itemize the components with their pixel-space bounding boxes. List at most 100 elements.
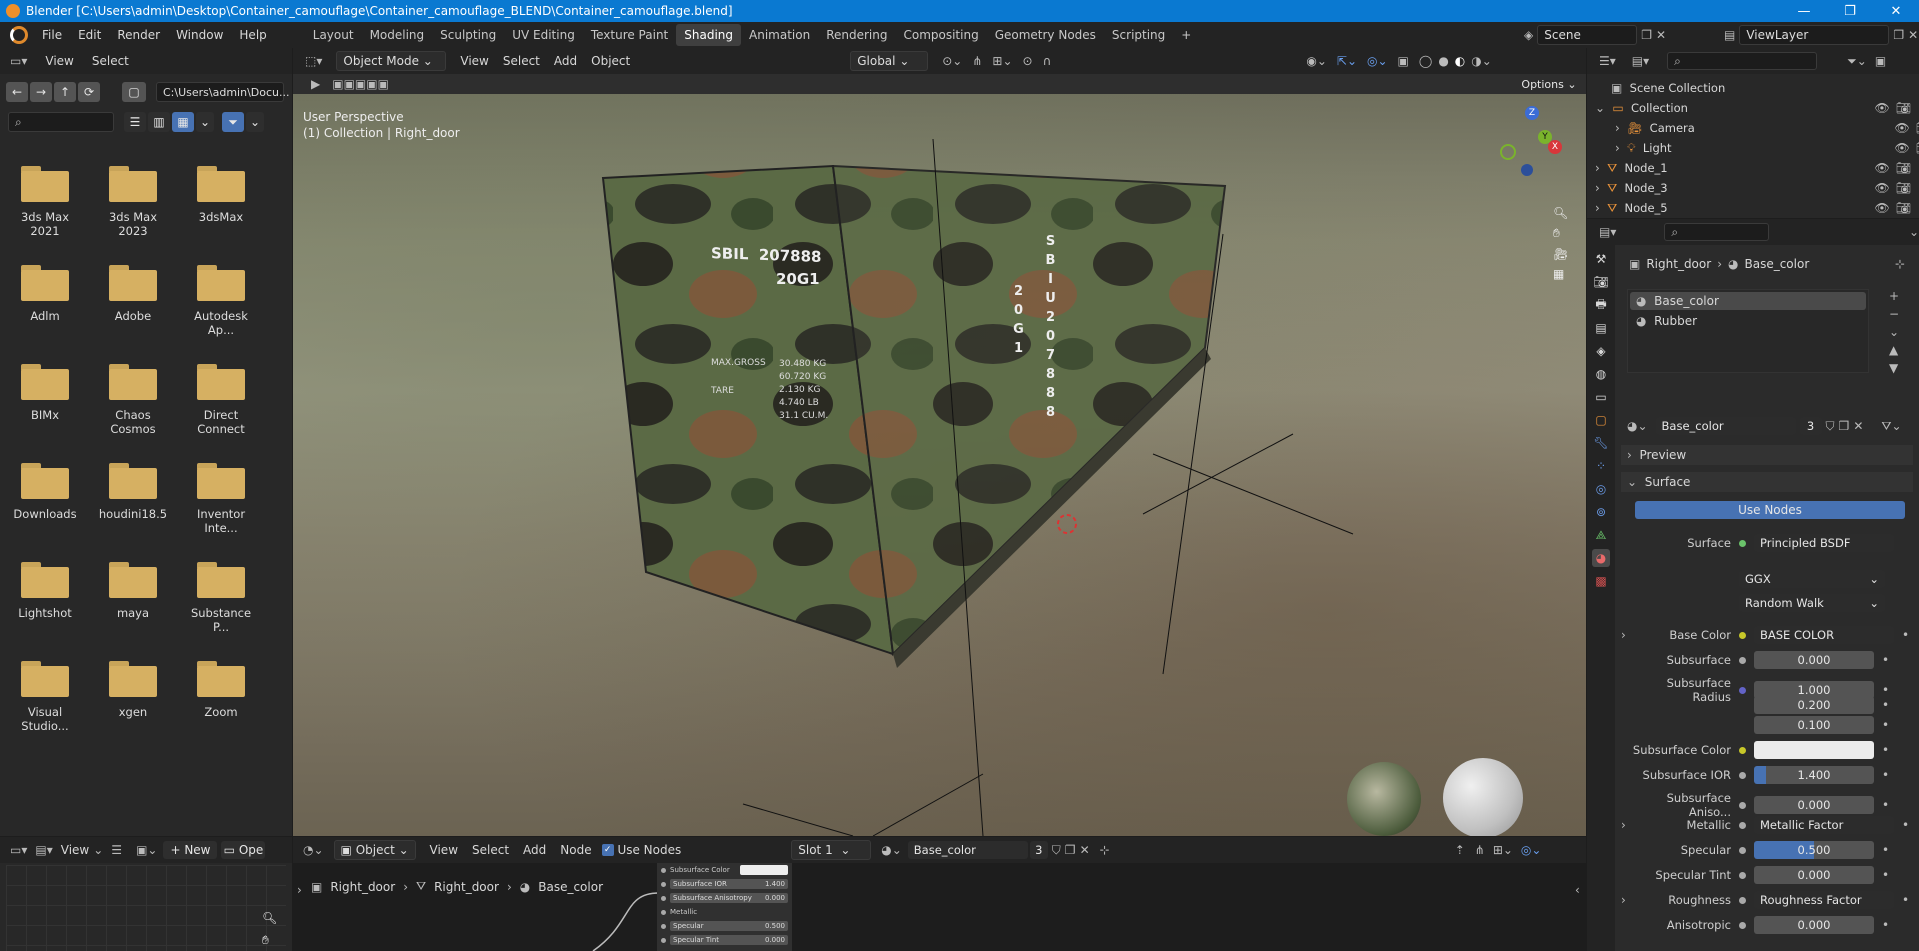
expand-toggle-icon[interactable]: ›	[1615, 121, 1620, 135]
filter-icon[interactable]: ⏷	[222, 112, 244, 132]
properties-search-input[interactable]: ⌕	[1664, 223, 1769, 241]
falloff-icon[interactable]: ∩	[1043, 54, 1052, 68]
editor-type-3d-icon[interactable]: ⬚▾	[305, 54, 322, 68]
unlink-material-icon[interactable]: ✕	[1853, 419, 1863, 433]
shader-type-dropdown[interactable]: ▣ Object ⌄	[333, 840, 416, 860]
keyframe-dot-icon[interactable]: •	[1882, 683, 1889, 697]
folder-item[interactable]: Inventor Inte...	[186, 453, 256, 535]
node-socket-icon[interactable]	[661, 881, 666, 887]
number-field[interactable]: 0.000	[1754, 866, 1874, 884]
maximize-button[interactable]: ❐	[1827, 0, 1873, 22]
surface-section-header[interactable]: ⌄ Surface	[1621, 472, 1913, 492]
viewport-menu-view[interactable]: View	[460, 54, 488, 68]
open-image-button[interactable]: ▭ Ope	[221, 841, 266, 859]
tab-texture-paint[interactable]: Texture Paint	[583, 24, 676, 46]
world-tab-icon[interactable]: ◍	[1592, 365, 1610, 383]
socket-icon[interactable]	[1739, 871, 1746, 879]
outliner-search-input[interactable]: ⌕	[1667, 52, 1818, 70]
navigation-gizmo[interactable]: Z Y X	[1500, 106, 1570, 176]
view-layer-field[interactable]: ViewLayer	[1739, 25, 1890, 45]
scene-field[interactable]: Scene	[1537, 25, 1638, 45]
shader-material-name-field[interactable]: Base_color	[907, 841, 1028, 859]
data-tab-icon[interactable]: ⟁	[1592, 526, 1610, 544]
visibility-eye-icon[interactable]: 👁︎	[1875, 101, 1890, 115]
outliner-item[interactable]: ⌄ ▭ Collection 👁︎ 📷︎	[1595, 100, 1915, 116]
axis-neg-y-icon[interactable]	[1500, 144, 1516, 160]
solid-shading-icon[interactable]: ●	[1438, 54, 1448, 68]
shader-pin-icon[interactable]: ⊹	[1100, 843, 1110, 857]
socket-icon[interactable]	[1739, 746, 1746, 754]
visibility-eye-icon[interactable]: 👁︎	[1895, 121, 1910, 135]
node-input-row[interactable]: Subsurface IOR 1.400	[657, 877, 792, 891]
folder-item[interactable]: 3ds Max 2021	[10, 156, 80, 238]
new-view-layer-icon[interactable]: ❐	[1893, 28, 1904, 42]
outliner-item[interactable]: › 🎥︎ Camera👁︎📷︎	[1615, 120, 1919, 136]
tab-uv-editing[interactable]: UV Editing	[504, 24, 583, 46]
browse-material-icon[interactable]: ◕⌄	[1627, 419, 1648, 433]
keyframe-dot-icon[interactable]: •	[1902, 818, 1909, 832]
socket-icon[interactable]	[1739, 821, 1746, 829]
shader-menu-node[interactable]: Node	[560, 843, 591, 857]
shader-snap-icon[interactable]: ⋔	[1475, 843, 1485, 857]
image-menu-view[interactable]: View	[61, 843, 89, 857]
use-nodes-button[interactable]: Use Nodes	[1635, 501, 1905, 519]
socket-icon[interactable]	[1739, 656, 1746, 664]
shader-duplicate-icon[interactable]: ❐	[1065, 843, 1076, 857]
visibility-eye-icon[interactable]: 👁︎	[1895, 141, 1910, 155]
visibility-icon[interactable]: ◉⌄	[1306, 54, 1327, 68]
image-pan-icon[interactable]: ✋︎	[262, 933, 269, 948]
image-zoom-icon[interactable]: 🔍︎	[262, 911, 277, 925]
material-users-count[interactable]: 3	[1799, 417, 1822, 435]
material-slot-item[interactable]: ◕ Base_color	[1630, 292, 1866, 310]
node-input-row[interactable]: Specular Tint 0.000	[657, 933, 792, 947]
principled-bsdf-node[interactable]: Subsurface Color Subsurface IOR 1.400 Subsu…	[657, 863, 792, 951]
outliner-scene-collection[interactable]: ▣ Scene Collection	[1611, 80, 1881, 96]
refresh-button[interactable]: ⟳	[78, 82, 100, 102]
shader-fake-user-icon[interactable]: ⛉	[1052, 843, 1061, 858]
outliner-item[interactable]: › ⛛ Node_3 👁︎ 📷︎	[1595, 180, 1915, 196]
container-model[interactable]	[293, 94, 1586, 836]
editor-type-properties-icon[interactable]: ▤▾	[1599, 225, 1616, 239]
number-field[interactable]: 0.000	[1754, 796, 1874, 814]
number-field[interactable]: 0.100	[1754, 716, 1874, 734]
add-workspace-button[interactable]: +	[1173, 24, 1199, 46]
keyframe-dot-icon[interactable]: •	[1902, 893, 1909, 907]
view-layer-icon[interactable]: ▤	[1724, 28, 1735, 42]
pin-icon[interactable]: ⊹	[1895, 257, 1905, 271]
expand-arrow-icon[interactable]: ›	[1621, 818, 1631, 832]
tab-sculpting[interactable]: Sculpting	[432, 24, 504, 46]
select-box-mode-icon[interactable]: ▣▣▣▣▣	[332, 77, 389, 91]
select-tool-icon[interactable]: ▶	[311, 77, 320, 91]
duplicate-material-icon[interactable]: ❐	[1839, 419, 1850, 433]
node-socket-icon[interactable]	[661, 867, 666, 873]
keyframe-dot-icon[interactable]: •	[1902, 628, 1909, 642]
slot-specials-icon[interactable]: ⌄	[1889, 325, 1899, 339]
shader-menu-select[interactable]: Select	[472, 843, 509, 857]
snap-icon[interactable]: ⋔	[972, 54, 982, 68]
filter-settings-chevron-icon[interactable]: ⌄	[246, 112, 264, 132]
number-field[interactable]: 1.400	[1754, 766, 1874, 784]
move-slot-down-icon[interactable]: ▼	[1889, 361, 1899, 375]
shader-material-users[interactable]: 3	[1029, 841, 1048, 859]
render-camera-icon[interactable]: 📷︎	[1896, 181, 1911, 195]
image-browse-icon[interactable]: ▣⌄	[136, 843, 157, 857]
scene-icon[interactable]: ◈	[1524, 28, 1533, 42]
tab-animation[interactable]: Animation	[741, 24, 818, 46]
keyframe-dot-icon[interactable]: •	[1882, 718, 1889, 732]
keyframe-dot-icon[interactable]: •	[1882, 918, 1889, 932]
slot-dropdown[interactable]: Slot 1 ⌄	[791, 840, 872, 860]
folder-item[interactable]: Chaos Cosmos	[98, 354, 168, 436]
visibility-eye-icon[interactable]: 👁︎	[1875, 161, 1890, 175]
node-input-row[interactable]: Specular 0.500	[657, 919, 792, 933]
overlay-icon[interactable]: ◎⌄	[1367, 54, 1388, 68]
move-slot-up-icon[interactable]: ▲	[1889, 343, 1899, 357]
folder-item[interactable]: 3ds Max 2023	[98, 156, 168, 238]
outliner-filter-icon[interactable]: ⏷⌄	[1847, 54, 1867, 69]
collection-tab-icon[interactable]: ▭	[1592, 388, 1610, 406]
view-layer-tab-icon[interactable]: ▤	[1592, 319, 1610, 337]
editor-type-folder-icon[interactable]: ▭▾	[10, 54, 27, 68]
number-field[interactable]: 0.000	[1754, 916, 1874, 934]
particles-tab-icon[interactable]: ⁘	[1592, 457, 1610, 475]
preview-section-header[interactable]: › Preview	[1621, 445, 1913, 465]
visibility-eye-icon[interactable]: 👁︎	[1875, 181, 1890, 195]
